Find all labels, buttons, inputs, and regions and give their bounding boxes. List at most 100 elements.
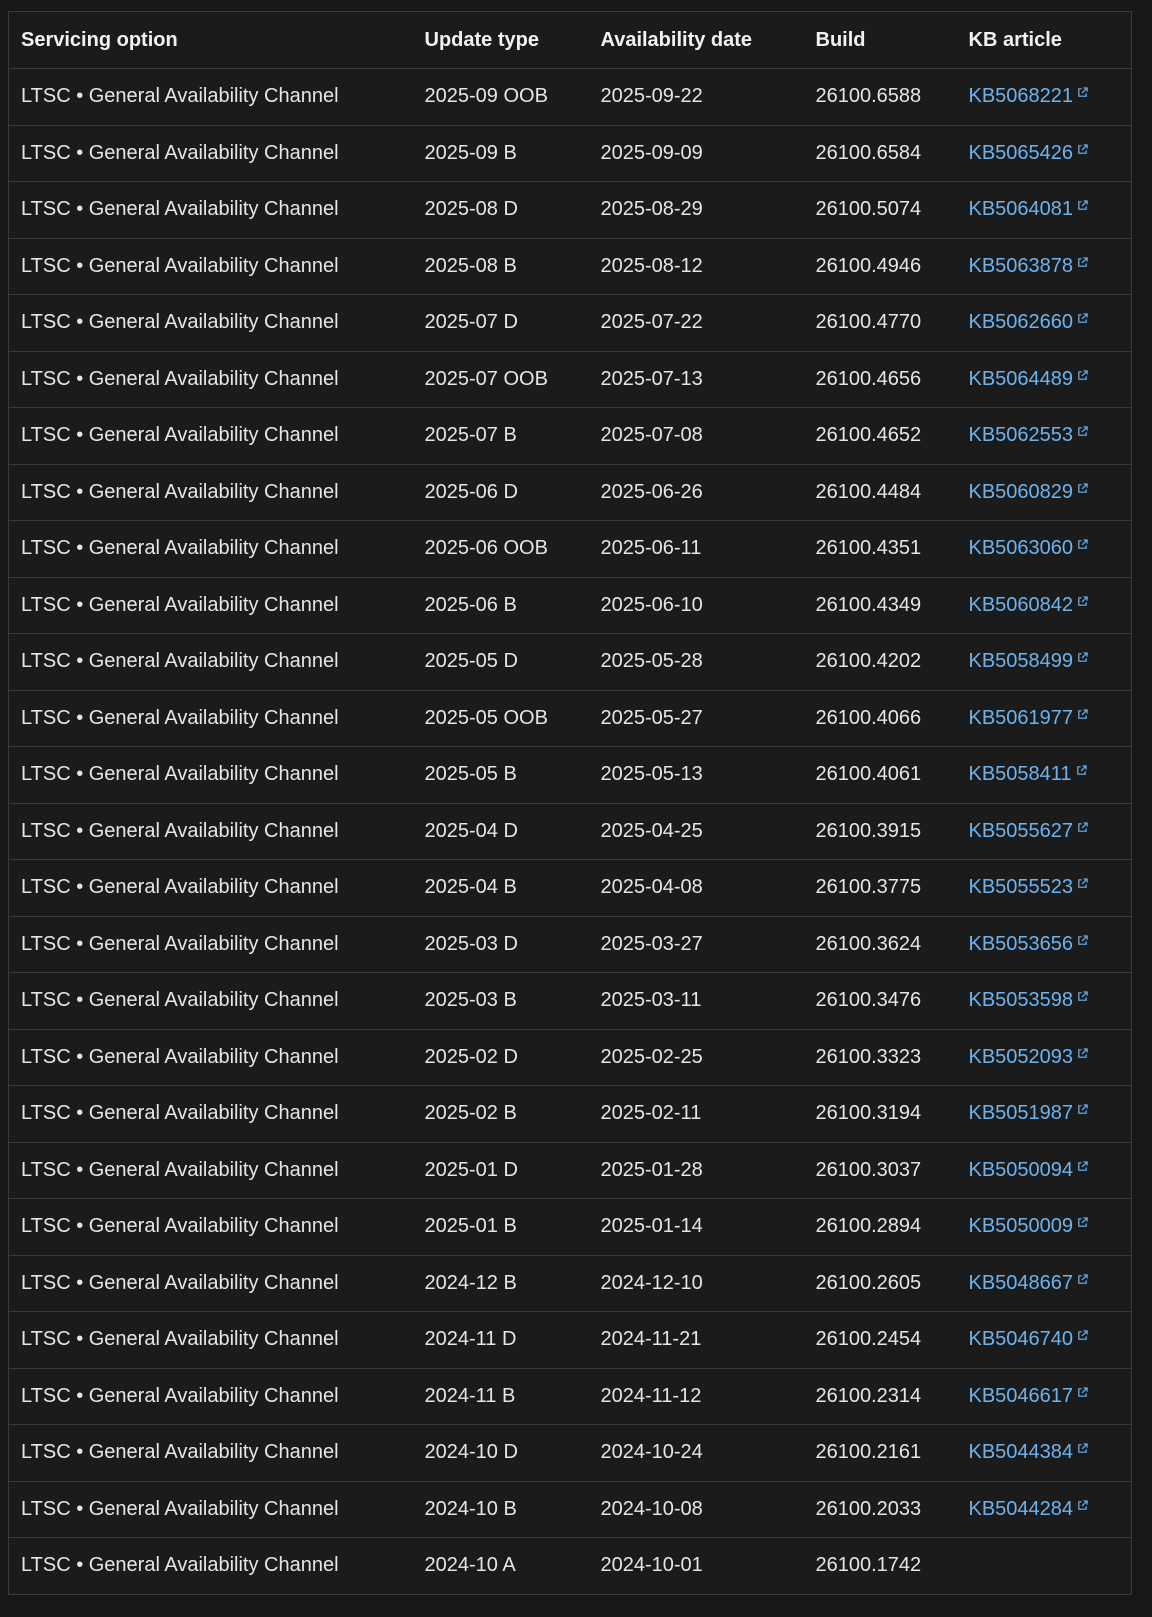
table-body: LTSC • General Availability Channel 2025-… <box>8 68 1132 1595</box>
update-type-cell: 2024-10 D <box>412 1424 589 1482</box>
external-link-icon <box>1078 935 1088 945</box>
kb-article-cell: KB5055523 <box>956 859 1132 917</box>
kb-article-cell: KB5046740 <box>956 1311 1132 1369</box>
servicing-option-cell: LTSC • General Availability Channel <box>8 859 413 917</box>
kb-article-link[interactable]: KB5044284 <box>969 1498 1089 1520</box>
kb-article-link[interactable]: KB5052093 <box>969 1046 1089 1068</box>
kb-article-cell: KB5050009 <box>956 1198 1132 1256</box>
table-header: Servicing option Update type Availabilit… <box>8 11 1132 69</box>
kb-article-link[interactable]: KB5058411 <box>969 763 1087 785</box>
update-type-cell: 2025-07 D <box>412 294 589 352</box>
update-type-cell: 2025-03 D <box>412 915 589 973</box>
kb-article-link[interactable]: KB5068221 <box>969 85 1089 107</box>
kb-article-link[interactable]: KB5046740 <box>969 1328 1089 1350</box>
kb-article-link[interactable]: KB5062660 <box>969 311 1089 333</box>
servicing-option-cell: LTSC • General Availability Channel <box>8 915 413 973</box>
kb-article-link[interactable]: KB5063060 <box>969 537 1089 559</box>
external-link-icon <box>1078 257 1088 267</box>
servicing-option-cell: LTSC • General Availability Channel <box>8 1028 413 1086</box>
kb-article-label: KB5050009 <box>968 1215 1074 1238</box>
build-cell: 26100.3775 <box>803 859 957 917</box>
kb-article-cell: KB5052093 <box>956 1028 1132 1086</box>
kb-article-label: KB5053598 <box>968 989 1074 1012</box>
external-link-icon <box>1078 483 1088 493</box>
availability-date-cell: 2025-06-26 <box>588 463 804 521</box>
table-row: LTSC • General Availability Channel 2025-… <box>8 972 1132 1030</box>
kb-article-cell: KB5062660 <box>956 294 1132 352</box>
external-link-icon <box>1078 878 1088 889</box>
kb-article-link[interactable]: KB5063878 <box>969 255 1089 277</box>
build-cell: 26100.4349 <box>803 576 957 634</box>
external-link-icon <box>1078 652 1088 663</box>
kb-article-label: KB5062553 <box>968 424 1074 447</box>
servicing-option-cell: LTSC • General Availability Channel <box>8 463 413 521</box>
availability-date-cell: 2024-12-10 <box>588 1254 804 1312</box>
kb-article-link[interactable]: KB5051987 <box>969 1102 1089 1124</box>
kb-article-link[interactable]: KB5061977 <box>969 707 1089 729</box>
kb-article-link[interactable]: KB5064081 <box>969 198 1089 220</box>
release-history-table: Servicing option Update type Availabilit… <box>8 11 1132 1595</box>
kb-article-link[interactable]: KB5062553 <box>969 424 1089 446</box>
kb-article-label: KB5058499 <box>968 650 1074 673</box>
kb-article-label: KB5050094 <box>968 1158 1074 1181</box>
kb-article-label: KB5044284 <box>968 1497 1074 1520</box>
external-link-icon <box>1078 539 1088 550</box>
availability-date-cell: 2025-07-13 <box>588 350 804 408</box>
availability-date-cell: 2025-02-25 <box>588 1028 804 1086</box>
servicing-option-cell: LTSC • General Availability Channel <box>8 802 413 860</box>
header-row: Servicing option Update type Availabilit… <box>8 11 1132 69</box>
column-header-kb-article: KB article <box>956 11 1132 69</box>
kb-article-label: KB5060829 <box>968 480 1074 503</box>
kb-article-cell: KB5060842 <box>956 576 1132 634</box>
update-type-cell: 2025-07 B <box>412 407 589 465</box>
servicing-option-cell: LTSC • General Availability Channel <box>8 576 413 634</box>
kb-article-link[interactable]: KB5053656 <box>969 933 1089 955</box>
kb-article-label: KB5052093 <box>968 1045 1074 1068</box>
availability-date-cell: 2025-05-28 <box>588 633 804 691</box>
external-link-icon <box>1078 596 1088 606</box>
external-link-icon <box>1078 426 1088 437</box>
servicing-option-cell: LTSC • General Availability Channel <box>8 1367 413 1425</box>
external-link-icon <box>1078 1387 1088 1397</box>
build-cell: 26100.4351 <box>803 520 957 578</box>
update-type-cell: 2025-06 D <box>412 463 589 521</box>
kb-article-cell: KB5048667 <box>956 1254 1132 1312</box>
kb-article-link[interactable]: KB5065426 <box>969 142 1089 164</box>
update-type-cell: 2025-03 B <box>412 972 589 1030</box>
kb-article-link[interactable]: KB5060829 <box>969 481 1089 503</box>
external-link-icon <box>1078 1330 1088 1341</box>
table-row: LTSC • General Availability Channel 2025-… <box>8 124 1132 182</box>
column-header-servicing-option: Servicing option <box>8 11 413 69</box>
kb-article-link[interactable]: KB5050009 <box>969 1215 1089 1237</box>
kb-article-link[interactable]: KB5055523 <box>969 876 1089 898</box>
kb-article-link[interactable]: KB5046617 <box>969 1385 1089 1407</box>
servicing-option-cell: LTSC • General Availability Channel <box>8 68 413 126</box>
build-cell: 26100.1742 <box>803 1537 957 1595</box>
kb-article-cell: KB5058499 <box>956 633 1132 691</box>
kb-article-cell: KB5053598 <box>956 972 1132 1030</box>
availability-date-cell: 2025-01-28 <box>588 1141 804 1199</box>
servicing-option-cell: LTSC • General Availability Channel <box>8 689 413 747</box>
kb-article-link[interactable]: KB5048667 <box>969 1272 1089 1294</box>
build-cell: 26100.3476 <box>803 972 957 1030</box>
availability-date-cell: 2024-10-08 <box>588 1480 804 1538</box>
kb-article-link[interactable]: KB5064489 <box>969 368 1089 390</box>
kb-article-link[interactable]: KB5060842 <box>969 594 1089 616</box>
build-cell: 26100.3915 <box>803 802 957 860</box>
availability-date-cell: 2025-07-22 <box>588 294 804 352</box>
availability-date-cell: 2025-02-11 <box>588 1085 804 1143</box>
kb-article-cell <box>956 1537 1132 1595</box>
kb-article-link[interactable]: KB5053598 <box>969 989 1089 1011</box>
kb-article-link[interactable]: KB5050094 <box>969 1159 1089 1181</box>
kb-article-cell: KB5046617 <box>956 1367 1132 1425</box>
kb-article-cell: KB5061977 <box>956 689 1132 747</box>
table-row: LTSC • General Availability Channel 2025-… <box>8 1141 1132 1199</box>
kb-article-label: KB5051987 <box>968 1102 1074 1125</box>
external-link-icon <box>1078 144 1088 154</box>
kb-article-link[interactable]: KB5044384 <box>969 1441 1089 1463</box>
kb-article-link[interactable]: KB5055627 <box>969 820 1089 842</box>
table-row: LTSC • General Availability Channel 2024-… <box>8 1254 1132 1312</box>
build-cell: 26100.2161 <box>803 1424 957 1482</box>
kb-article-link[interactable]: KB5058499 <box>969 650 1089 672</box>
table-row: LTSC • General Availability Channel 2024-… <box>8 1537 1132 1595</box>
